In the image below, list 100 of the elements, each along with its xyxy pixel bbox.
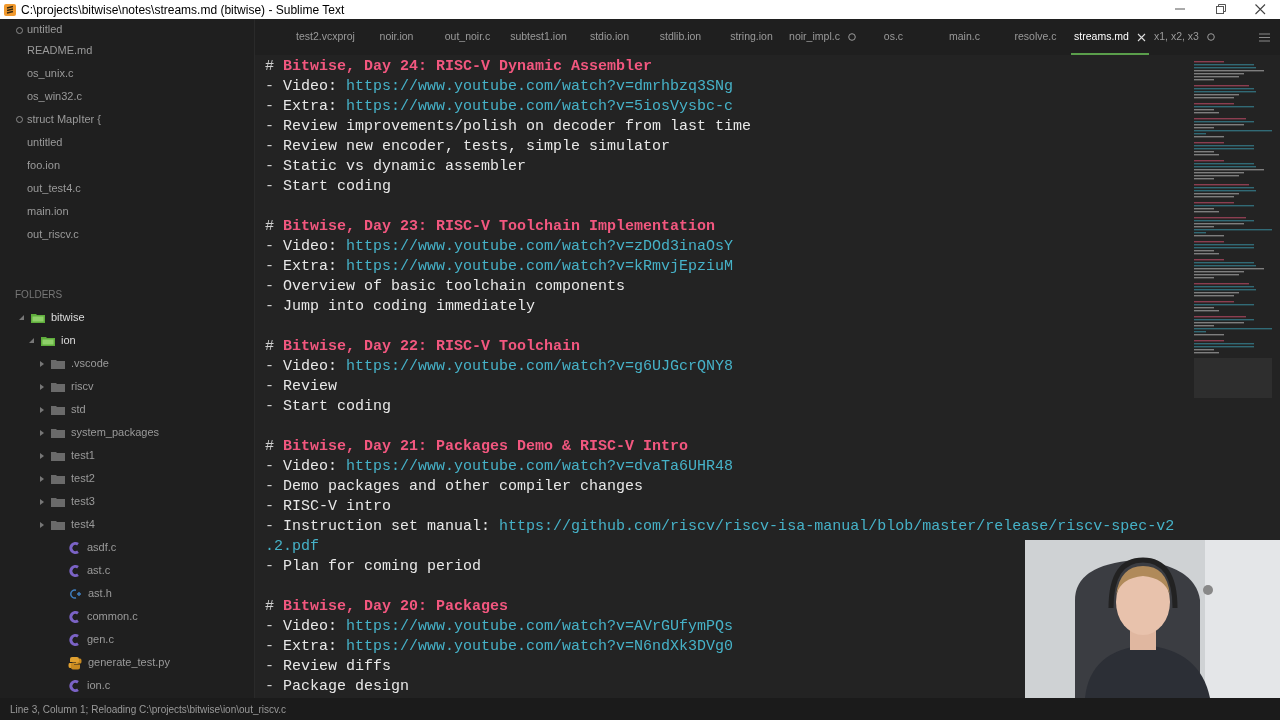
link-text[interactable]: https://www.youtube.com/watch?v=g6UJGcrQNY8 — [346, 358, 734, 375]
open-file-item[interactable]: README.md — [0, 39, 254, 62]
heading-marker: # — [265, 598, 274, 615]
list-text: Video: — [283, 618, 339, 635]
folder-icon — [51, 518, 65, 531]
minimap[interactable] — [1192, 61, 1272, 398]
list-bullet: - — [265, 98, 274, 115]
open-file-item[interactable]: os_win32.c — [0, 85, 254, 108]
list-text: Start coding — [283, 178, 392, 195]
editor-tab[interactable]: noir_impl.c — [787, 19, 858, 55]
list-text: Review diffs — [283, 658, 392, 675]
close-icon[interactable] — [1253, 3, 1267, 16]
list-text: Demo packages and other compiler changes — [283, 478, 644, 495]
c-file-icon — [68, 609, 81, 624]
editor-tab[interactable]: main.c — [929, 19, 1000, 55]
link-text[interactable]: https://www.youtube.com/watch?v=AVrGUfymPQs — [346, 618, 734, 635]
list-bullet: - — [265, 678, 274, 695]
editor-tab[interactable]: test2.vcxproj — [290, 19, 361, 55]
list-text: Video: — [283, 458, 339, 475]
restore-icon[interactable] — [1213, 3, 1227, 16]
tree-item[interactable]: .vscode — [0, 352, 254, 375]
editor-tab[interactable]: noir.ion — [361, 19, 432, 55]
menu-icon[interactable] — [1259, 32, 1270, 42]
open-file-item[interactable]: untitled — [0, 19, 254, 39]
tree-item[interactable]: test3 — [0, 490, 254, 513]
list-text: Extra: — [283, 258, 339, 275]
tree-item[interactable]: asdf.c — [0, 536, 254, 559]
link-text[interactable]: https://www.youtube.com/watch?v=zDOd3inaOsY — [346, 238, 734, 255]
list-text: Review improvements/polish on decoder from last time — [283, 118, 752, 135]
heading-text: Bitwise, Day 24: RISC-V Dynamic Assembler — [283, 58, 653, 75]
link-text[interactable]: .2.pdf — [265, 538, 319, 555]
c-file-icon — [68, 678, 81, 693]
link-text[interactable]: https://www.youtube.com/watch?v=dvaTa6UHR48 — [346, 458, 734, 475]
c-file-icon — [68, 632, 81, 647]
tree-item[interactable]: ion — [0, 329, 254, 352]
tree-item[interactable]: ast.c — [0, 559, 254, 582]
open-file-item[interactable]: struct MapIter { — [0, 108, 254, 131]
tree-item[interactable]: test1 — [0, 444, 254, 467]
tree-item[interactable]: ast.h — [0, 582, 254, 605]
list-bullet: - — [265, 658, 274, 675]
editor-tab[interactable]: subtest1.ion — [503, 19, 574, 55]
list-bullet: - — [265, 158, 274, 175]
open-file-item[interactable]: untitled — [0, 131, 254, 154]
open-file-item[interactable]: main.ion — [0, 200, 254, 223]
open-file-item[interactable]: out_riscv.c — [0, 223, 254, 246]
tree-item[interactable]: ion.c — [0, 674, 254, 697]
tree-item[interactable]: system_packages — [0, 421, 254, 444]
tree-item[interactable]: test4 — [0, 513, 254, 536]
tree-item[interactable]: bitwise — [0, 306, 254, 329]
link-text[interactable]: https://www.youtube.com/watch?v=N6ndXk3DVg0 — [346, 638, 734, 655]
tree-item[interactable]: generate_test.py — [0, 651, 254, 674]
list-bullet: - — [265, 498, 274, 515]
editor-tab[interactable]: streams.md — [1071, 19, 1149, 55]
list-text: Instruction set manual: — [283, 518, 492, 535]
tree-item[interactable]: common.c — [0, 605, 254, 628]
link-text[interactable]: https://github.com/riscv/riscv-isa-manual/blob/master/release/riscv-spec-v2 — [499, 518, 1175, 535]
heading-marker: # — [265, 438, 274, 455]
list-bullet: - — [265, 358, 274, 375]
editor-tab[interactable]: stdlib.ion — [645, 19, 716, 55]
list-bullet: - — [265, 278, 274, 295]
list-bullet: - — [265, 518, 274, 535]
editor-tab[interactable]: resolve.c — [1000, 19, 1071, 55]
heading-text: Bitwise, Day 20: Packages — [283, 598, 509, 615]
status-text: Line 3, Column 1; Reloading C:\projects\bitwise\ion\out_riscv.c — [10, 702, 287, 717]
editor-tab[interactable]: string.ion — [716, 19, 787, 55]
link-text[interactable]: https://www.youtube.com/watch?v=kRmvjEpziuM — [346, 258, 734, 275]
open-file-item[interactable]: foo.ion — [0, 154, 254, 177]
tree-item[interactable]: gen.c — [0, 628, 254, 651]
editor-tab[interactable]: stdio.ion — [574, 19, 645, 55]
folder-icon — [51, 426, 65, 439]
folder-icon — [51, 495, 65, 508]
folder-icon — [51, 380, 65, 393]
list-bullet: - — [265, 558, 274, 575]
editor-tab[interactable]: x1, x2, x3 — [1149, 19, 1220, 55]
list-text: Plan for coming period — [283, 558, 482, 575]
link-text[interactable]: https://www.youtube.com/watch?v=dmrhbzq3SNg — [346, 78, 734, 95]
open-file-item[interactable]: os_unix.c — [0, 62, 254, 85]
folder-icon — [31, 311, 45, 324]
heading-marker: # — [265, 58, 274, 75]
open-file-item[interactable]: out_test4.c — [0, 177, 254, 200]
link-text[interactable]: https://www.youtube.com/watch?v=5iosVysbc-c — [346, 98, 734, 115]
list-text: Review new encoder, tests, simple simulator — [283, 138, 671, 155]
tree-item[interactable]: std — [0, 398, 254, 421]
list-text: Overview of basic toolchain components — [283, 278, 626, 295]
folder-icon — [51, 472, 65, 485]
tree-item[interactable]: riscv — [0, 375, 254, 398]
list-text: RISC-V intro — [283, 498, 392, 515]
list-text: Static vs dynamic assembler — [283, 158, 527, 175]
list-text: Video: — [283, 358, 339, 375]
heading-marker: # — [265, 338, 274, 355]
window-title: C:\projects\bitwise\notes\streams.md (bitwise) - Sublime Text — [21, 1, 345, 19]
editor-tab[interactable]: out_noir.c — [432, 19, 503, 55]
editor-tab[interactable]: os.c — [858, 19, 929, 55]
python-file-icon — [68, 655, 82, 670]
list-bullet: - — [265, 298, 274, 315]
list-bullet: - — [265, 258, 274, 275]
tree-item[interactable]: test2 — [0, 467, 254, 490]
list-bullet: - — [265, 618, 274, 635]
list-text: Start coding — [283, 398, 392, 415]
heading-text: Bitwise, Day 21: Packages Demo & RISC-V Intro — [283, 438, 689, 455]
